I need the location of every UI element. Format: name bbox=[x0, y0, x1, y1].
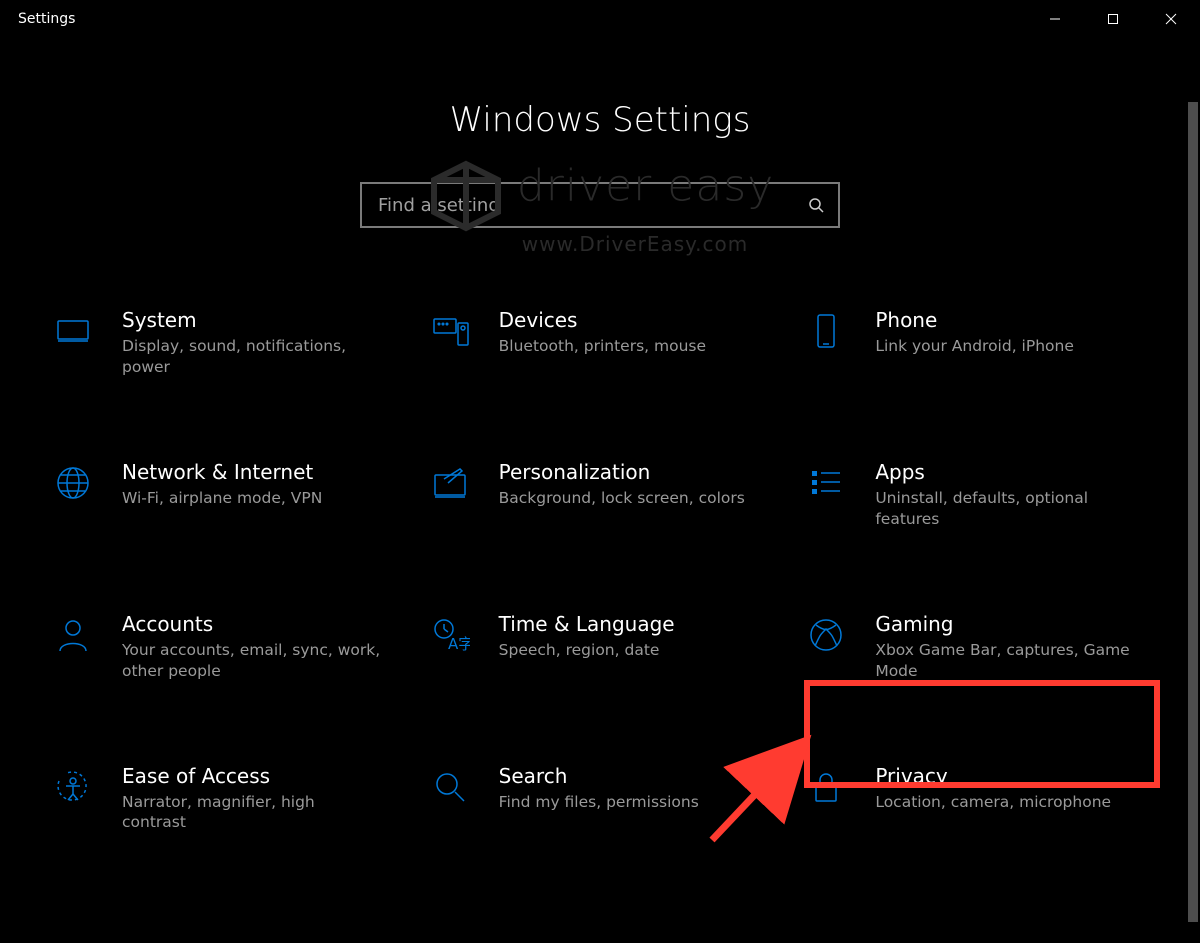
devices-icon bbox=[429, 310, 471, 352]
xbox-icon bbox=[805, 614, 847, 656]
category-title: System bbox=[122, 308, 382, 332]
search-input[interactable] bbox=[376, 194, 808, 217]
titlebar: Settings bbox=[0, 0, 1200, 38]
search-box[interactable] bbox=[360, 182, 840, 228]
category-desc: Your accounts, email, sync, work, other … bbox=[122, 640, 382, 682]
svg-text:A字: A字 bbox=[448, 635, 470, 653]
category-desc: Background, lock screen, colors bbox=[499, 488, 745, 509]
category-desc: Xbox Game Bar, captures, Game Mode bbox=[875, 640, 1135, 682]
category-desc: Location, camera, microphone bbox=[875, 792, 1111, 813]
category-network[interactable]: Network & Internet Wi-Fi, airplane mode,… bbox=[40, 460, 407, 530]
category-system[interactable]: System Display, sound, notifications, po… bbox=[40, 308, 407, 378]
category-ease-of-access[interactable]: Ease of Access Narrator, magnifier, high… bbox=[40, 764, 407, 834]
category-title: Ease of Access bbox=[122, 764, 382, 788]
category-desc: Find my files, permissions bbox=[499, 792, 699, 813]
category-personalization[interactable]: Personalization Background, lock screen,… bbox=[417, 460, 784, 530]
scrollbar-thumb[interactable] bbox=[1188, 102, 1198, 922]
content-area: driver easy www.DriverEasy.com Windows S… bbox=[0, 100, 1200, 943]
window-title: Settings bbox=[18, 11, 75, 27]
maximize-button[interactable] bbox=[1084, 0, 1142, 38]
window-controls bbox=[1026, 0, 1200, 38]
category-title: Gaming bbox=[875, 612, 1135, 636]
apps-icon bbox=[805, 462, 847, 504]
category-gaming[interactable]: Gaming Xbox Game Bar, captures, Game Mod… bbox=[793, 612, 1160, 682]
category-title: Time & Language bbox=[499, 612, 675, 636]
globe-icon bbox=[52, 462, 94, 504]
search-category-icon bbox=[429, 766, 471, 808]
category-desc: Speech, region, date bbox=[499, 640, 675, 661]
minimize-button[interactable] bbox=[1026, 0, 1084, 38]
category-search[interactable]: Search Find my files, permissions bbox=[417, 764, 784, 834]
category-desc: Narrator, magnifier, high contrast bbox=[122, 792, 382, 834]
category-devices[interactable]: Devices Bluetooth, printers, mouse bbox=[417, 308, 784, 378]
system-icon bbox=[52, 310, 94, 352]
category-desc: Uninstall, defaults, optional features bbox=[875, 488, 1135, 530]
category-time-language[interactable]: A字 Time & Language Speech, region, date bbox=[417, 612, 784, 682]
personalization-icon bbox=[429, 462, 471, 504]
category-title: Apps bbox=[875, 460, 1135, 484]
lock-icon bbox=[805, 766, 847, 808]
scrollbar[interactable] bbox=[1186, 100, 1200, 943]
category-title: Devices bbox=[499, 308, 706, 332]
category-desc: Display, sound, notifications, power bbox=[122, 336, 382, 378]
category-title: Search bbox=[499, 764, 699, 788]
category-title: Personalization bbox=[499, 460, 745, 484]
ease-of-access-icon bbox=[52, 766, 94, 808]
category-title: Network & Internet bbox=[122, 460, 322, 484]
accounts-icon bbox=[52, 614, 94, 656]
category-privacy[interactable]: Privacy Location, camera, microphone bbox=[793, 764, 1160, 834]
phone-icon bbox=[805, 310, 847, 352]
category-accounts[interactable]: Accounts Your accounts, email, sync, wor… bbox=[40, 612, 407, 682]
category-title: Privacy bbox=[875, 764, 1111, 788]
category-grid: System Display, sound, notifications, po… bbox=[40, 308, 1160, 833]
close-button[interactable] bbox=[1142, 0, 1200, 38]
category-title: Accounts bbox=[122, 612, 382, 636]
page-title: Windows Settings bbox=[0, 100, 1200, 140]
category-desc: Link your Android, iPhone bbox=[875, 336, 1074, 357]
category-phone[interactable]: Phone Link your Android, iPhone bbox=[793, 308, 1160, 378]
category-title: Phone bbox=[875, 308, 1074, 332]
search-icon bbox=[808, 197, 824, 213]
category-apps[interactable]: Apps Uninstall, defaults, optional featu… bbox=[793, 460, 1160, 530]
category-desc: Wi-Fi, airplane mode, VPN bbox=[122, 488, 322, 509]
time-language-icon: A字 bbox=[429, 614, 471, 656]
category-desc: Bluetooth, printers, mouse bbox=[499, 336, 706, 357]
